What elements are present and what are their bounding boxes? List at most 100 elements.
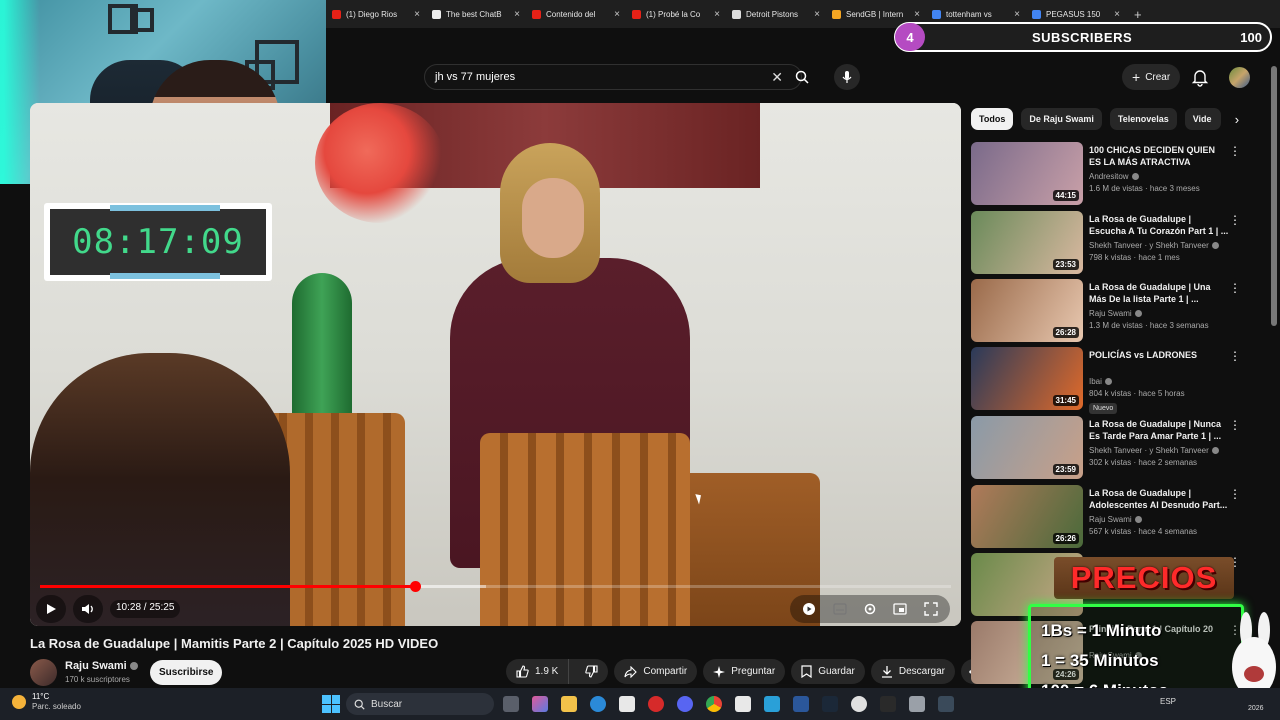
file-explorer-icon[interactable]: [561, 696, 577, 712]
chrome-icon[interactable]: [706, 696, 722, 712]
play-button[interactable]: [36, 595, 66, 623]
more-vert-icon[interactable]: ⋮: [1229, 349, 1241, 363]
subtitles-button[interactable]: [832, 603, 847, 615]
tab-close-icon[interactable]: ×: [914, 9, 920, 20]
opera-icon[interactable]: [648, 696, 664, 712]
download-button[interactable]: Descargar: [870, 659, 956, 684]
recommended-video-channel[interactable]: Shekh Tanveer · y Shekh Tanveer: [1089, 446, 1219, 455]
tab-close-icon[interactable]: ×: [714, 9, 720, 20]
filter-chip[interactable]: Telenovelas: [1109, 108, 1177, 130]
recommended-video-channel[interactable]: Ibai: [1089, 377, 1112, 386]
miniplayer-button[interactable]: [893, 603, 908, 615]
search-input[interactable]: jh vs 77 mujeres: [435, 71, 771, 83]
steam-icon[interactable]: [822, 696, 838, 712]
recommended-video-channel[interactable]: Andresitow: [1089, 172, 1139, 181]
recommended-video[interactable]: 31:45 POLICÍAS vs LADRONES Ibai 804 k vista…: [971, 347, 1261, 414]
app-icon[interactable]: [851, 696, 867, 712]
recommended-video-channel[interactable]: Raju Swami: [1089, 309, 1142, 318]
taskbar-search[interactable]: Buscar: [346, 693, 494, 715]
more-vert-icon[interactable]: ⋮: [1229, 418, 1241, 432]
volume-button[interactable]: [73, 595, 103, 623]
page-scrollbar[interactable]: [1271, 66, 1277, 326]
store-icon[interactable]: [619, 696, 635, 712]
account-avatar[interactable]: [1229, 67, 1250, 88]
search-button[interactable]: [786, 64, 818, 90]
edge-icon[interactable]: [590, 696, 606, 712]
video-player[interactable]: 10:28 / 25:25: [30, 103, 961, 626]
browser-tab[interactable]: Detroit Pistons ×: [726, 0, 826, 28]
search-box[interactable]: jh vs 77 mujeres ✕: [424, 64, 802, 90]
settings-button[interactable]: [863, 602, 877, 616]
app-icon[interactable]: [764, 696, 780, 712]
settings-app-icon[interactable]: [909, 696, 925, 712]
video-thumbnail[interactable]: 23:53: [971, 211, 1083, 274]
filter-chip[interactable]: Todos: [971, 108, 1014, 130]
video-thumbnail[interactable]: 23:59: [971, 416, 1083, 479]
recommended-video-channel[interactable]: Raju Swami: [1089, 515, 1142, 524]
browser-tab[interactable]: (1) Diego Rios ×: [326, 0, 426, 28]
recommended-video[interactable]: 44:15 100 CHICAS DECIDEN QUIEN ES LA MÁS …: [971, 142, 1261, 206]
tab-close-icon[interactable]: ×: [1114, 9, 1120, 20]
start-button[interactable]: [322, 695, 340, 713]
app-icon[interactable]: [938, 696, 954, 712]
recommended-video-title[interactable]: La Rosa de Guadalupe | Una Más De la lis…: [1089, 281, 1229, 305]
recommended-video-title[interactable]: POLICÍAS vs LADRONES: [1089, 349, 1229, 361]
share-button[interactable]: Compartir: [614, 659, 698, 684]
recommended-video[interactable]: 26:28 La Rosa de Guadalupe | Una Más De l…: [971, 279, 1261, 343]
tab-close-icon[interactable]: ×: [514, 9, 520, 20]
channel-name[interactable]: Raju Swami: [65, 660, 138, 672]
browser-tab[interactable]: (1) Probé la Co ×: [626, 0, 726, 28]
notifications-button[interactable]: [1190, 67, 1210, 87]
tab-close-icon[interactable]: ×: [814, 9, 820, 20]
copilot-icon[interactable]: [532, 696, 548, 712]
language-indicator[interactable]: ESP: [1160, 697, 1176, 706]
recommended-video-channel[interactable]: Shekh Tanveer · y Shekh Tanveer: [1089, 241, 1219, 250]
wall-frame: [130, 8, 154, 32]
weather-widget[interactable]: 11°C Parc. soleado: [12, 692, 81, 712]
more-vert-icon[interactable]: ⋮: [1229, 281, 1241, 295]
tab-close-icon[interactable]: ×: [614, 9, 620, 20]
tab-close-icon[interactable]: ×: [1014, 9, 1020, 20]
ask-button[interactable]: Preguntar: [703, 659, 786, 684]
video-thumbnail[interactable]: 31:45: [971, 347, 1083, 410]
voice-search-button[interactable]: [834, 64, 860, 90]
app-icon[interactable]: [735, 696, 751, 712]
video-thumbnail[interactable]: 44:15: [971, 142, 1083, 205]
like-button[interactable]: 1.9 K: [506, 659, 570, 684]
browser-tab[interactable]: The best ChatB ×: [426, 0, 526, 28]
more-vert-icon[interactable]: ⋮: [1229, 487, 1241, 501]
epic-games-icon[interactable]: [880, 696, 896, 712]
more-vert-icon[interactable]: ⋮: [1229, 144, 1241, 158]
create-button[interactable]: + Crear: [1122, 64, 1181, 90]
recommended-video[interactable]: 23:59 La Rosa de Guadalupe | Nunca Es Tar…: [971, 416, 1261, 480]
task-view-icon[interactable]: [503, 696, 519, 712]
recommended-video-title[interactable]: La Rosa de Guadalupe | Adolescentes Al D…: [1089, 487, 1229, 511]
channel-avatar[interactable]: [30, 659, 57, 686]
word-icon[interactable]: [793, 696, 809, 712]
autoplay-toggle[interactable]: [802, 602, 816, 616]
dislike-button[interactable]: [575, 659, 608, 684]
fullscreen-button[interactable]: [924, 602, 938, 616]
recommended-video-title[interactable]: 100 CHICAS DECIDEN QUIEN ES LA MÁS ATRAC…: [1089, 144, 1229, 168]
recommended-video-meta: 1.6 M de vistas · hace 3 meses: [1089, 184, 1200, 193]
recommended-video[interactable]: 23:53 La Rosa de Guadalupe | Escucha A Tu…: [971, 211, 1261, 275]
seek-bar[interactable]: [40, 581, 951, 592]
new-tab-button[interactable]: +: [1126, 7, 1150, 22]
discord-icon[interactable]: [677, 696, 693, 712]
clear-search-icon[interactable]: ✕: [771, 69, 783, 86]
recommended-video[interactable]: 26:26 La Rosa de Guadalupe | Adolescentes…: [971, 485, 1261, 549]
video-thumbnail[interactable]: 26:26: [971, 485, 1083, 548]
filter-chip[interactable]: De Raju Swami: [1021, 108, 1102, 130]
browser-tab[interactable]: Contenido del ×: [526, 0, 626, 28]
more-vert-icon[interactable]: ⋮: [1229, 213, 1241, 227]
subscribe-button[interactable]: Suscribirse: [150, 660, 223, 685]
tab-close-icon[interactable]: ×: [414, 9, 420, 20]
save-button[interactable]: Guardar: [791, 659, 865, 684]
recommended-video-title[interactable]: La Rosa de Guadalupe | Escucha A Tu Cora…: [1089, 213, 1229, 237]
recommended-video-title[interactable]: La Rosa de Guadalupe | Nunca Es Tarde Pa…: [1089, 418, 1229, 442]
create-label: Crear: [1145, 71, 1171, 83]
chevron-right-icon[interactable]: ›: [1235, 112, 1239, 127]
price-rate-1: 1Bs = 1 Minuto: [1041, 621, 1162, 640]
filter-chip[interactable]: Vide: [1184, 108, 1221, 130]
video-thumbnail[interactable]: 26:28: [971, 279, 1083, 342]
